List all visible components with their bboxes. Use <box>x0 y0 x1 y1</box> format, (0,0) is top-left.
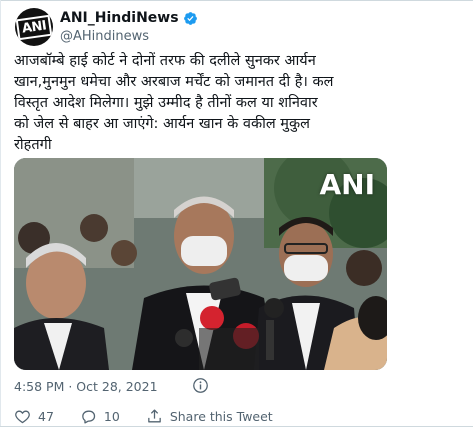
share-icon <box>148 409 161 423</box>
tweet-actions: 47 10 Share this Tweet <box>14 408 299 425</box>
author-name-row[interactable]: ANI_HindiNews <box>60 10 198 26</box>
divider-left <box>0 0 1 427</box>
tweet-text-line: रोहतगी <box>14 137 52 153</box>
avatar-logo: ANI <box>15 14 53 40</box>
author-handle[interactable]: @AHindinews <box>60 29 149 44</box>
media-watermark: ANI <box>319 168 375 201</box>
like-count: 47 <box>38 409 54 424</box>
like-button[interactable]: 47 <box>14 408 54 425</box>
avatar[interactable]: ANI <box>15 8 53 46</box>
reply-button[interactable]: 10 <box>80 408 120 425</box>
reply-icon <box>82 410 96 424</box>
verified-badge-icon <box>183 11 197 25</box>
tweet-text: आजबॉम्बे हाई कोर्ट ने दोनों तरफ की दलीले… <box>14 51 464 156</box>
info-icon[interactable] <box>192 377 209 394</box>
tweet-text-line: को जेल से बाहर आ जाएंगे: आर्यन खान के वक… <box>14 116 310 132</box>
author-name[interactable]: ANI_HindiNews <box>60 10 179 26</box>
tweet-timestamp[interactable]: 4:58 PM · Oct 28, 2021 <box>14 379 158 394</box>
tweet-text-line: विस्तृत आदेश मिलेगा। मुझे उम्मीद है तीनो… <box>14 95 318 111</box>
heart-icon <box>15 410 30 424</box>
tweet-text-line: खान,मुनमुन धमेचा और अरबाज मर्चेंट को जमा… <box>14 74 334 90</box>
reply-count: 10 <box>103 409 120 424</box>
tweet-photo[interactable]: ANI <box>14 158 387 370</box>
tweet-card: ANI ANI_HindiNews @AHindinews आजबॉम्बे ह… <box>0 0 473 427</box>
divider-top <box>0 0 473 1</box>
share-label: Share this Tweet <box>169 409 273 424</box>
share-button[interactable]: Share this Tweet <box>146 408 273 425</box>
tweet-text-line: आजबॉम्बे हाई कोर्ट ने दोनों तरफ की दलीले… <box>14 53 316 69</box>
